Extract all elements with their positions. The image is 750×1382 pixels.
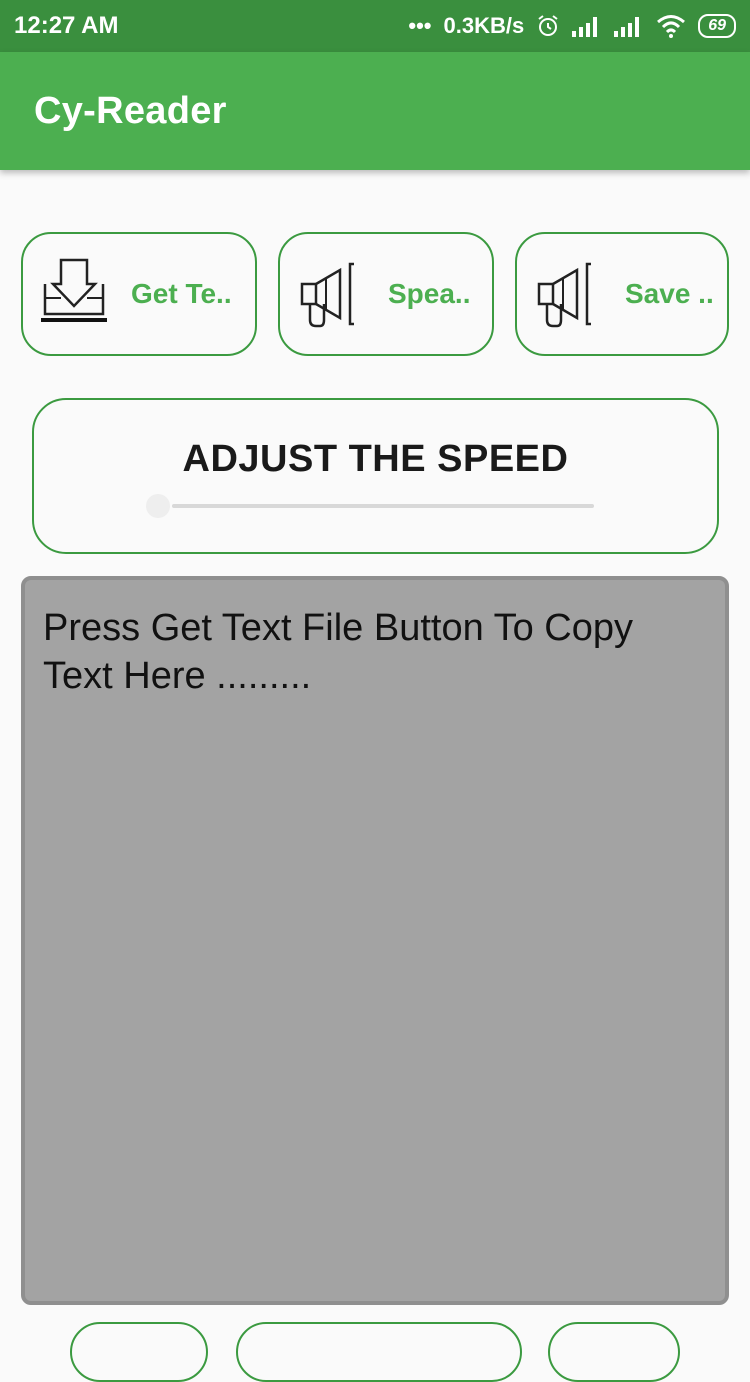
net-speed: 0.3KB/s xyxy=(443,13,525,38)
speak-button[interactable]: Spea.. xyxy=(278,232,494,356)
status-indicators: ••• 0.3KB/s 69 xyxy=(408,13,736,39)
bottom-button-center[interactable] xyxy=(236,1322,522,1382)
text-display-area[interactable]: Press Get Text File Button To Copy Text … xyxy=(21,576,729,1305)
app-bar: Cy-Reader xyxy=(0,52,750,170)
speed-title: ADJUST THE SPEED xyxy=(182,438,569,480)
wifi-icon xyxy=(656,14,686,38)
battery-icon: 69 xyxy=(698,14,736,38)
bottom-button-right[interactable] xyxy=(548,1322,680,1382)
notification-dots: ••• xyxy=(408,13,432,38)
get-text-button[interactable]: Get Te.. xyxy=(21,232,257,356)
speed-slider-thumb[interactable] xyxy=(146,494,170,518)
megaphone-icon xyxy=(533,254,613,334)
save-label: Save .. xyxy=(625,278,714,309)
speed-slider-track[interactable] xyxy=(172,504,594,508)
speed-card: ADJUST THE SPEED xyxy=(32,398,719,554)
megaphone-icon xyxy=(296,254,376,334)
alarm-icon xyxy=(536,14,560,38)
app-title: Cy-Reader xyxy=(34,89,227,132)
save-button[interactable]: Save .. xyxy=(515,232,729,356)
status-time: 12:27 AM xyxy=(14,12,119,39)
status-bar: 12:27 AM ••• 0.3KB/s 69 xyxy=(0,0,750,52)
download-tray-icon xyxy=(39,254,119,334)
text-area-content: Press Get Text File Button To Copy Text … xyxy=(43,607,633,697)
signal-icon xyxy=(614,15,644,37)
speak-label: Spea.. xyxy=(388,278,471,309)
bottom-button-left[interactable] xyxy=(70,1322,208,1382)
get-text-label: Get Te.. xyxy=(131,278,232,309)
signal-icon xyxy=(572,15,602,37)
